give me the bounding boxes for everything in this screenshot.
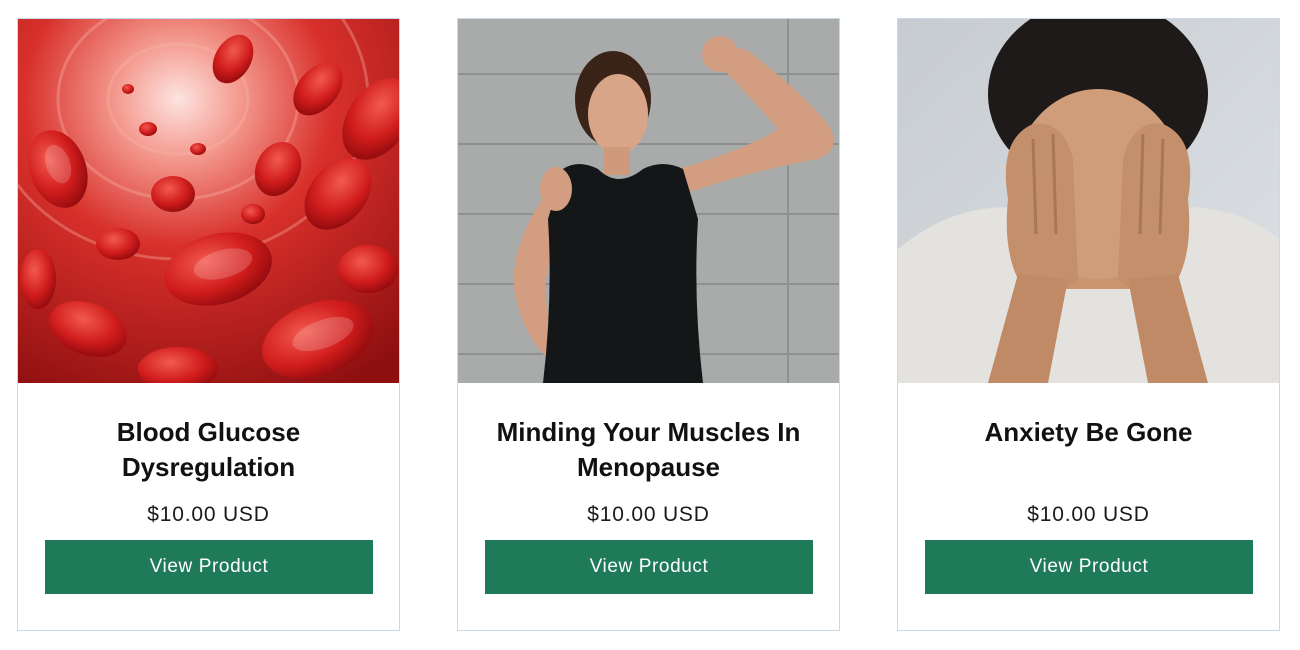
product-price: $10.00 USD xyxy=(587,503,710,526)
view-product-button[interactable]: View Product xyxy=(485,540,813,594)
view-product-button[interactable]: View Product xyxy=(45,540,373,594)
product-title[interactable]: Anxiety Be Gone xyxy=(908,415,1269,450)
product-title[interactable]: Minding Your Muscles In Menopause xyxy=(468,415,829,485)
product-card: Minding Your Muscles In Menopause $10.00… xyxy=(457,18,840,631)
woman-covering-face-image[interactable] xyxy=(898,19,1279,383)
red-blood-cells-image[interactable] xyxy=(18,19,399,383)
product-card: Anxiety Be Gone $10.00 USD View Product xyxy=(897,18,1280,631)
view-product-button[interactable]: View Product xyxy=(925,540,1253,594)
product-price: $10.00 USD xyxy=(1027,503,1150,526)
product-card: Blood Glucose Dysregulation $10.00 USD V… xyxy=(17,18,400,631)
product-title[interactable]: Blood Glucose Dysregulation xyxy=(28,415,389,485)
product-price: $10.00 USD xyxy=(147,503,270,526)
woman-flexing-arm-image[interactable] xyxy=(458,19,839,383)
